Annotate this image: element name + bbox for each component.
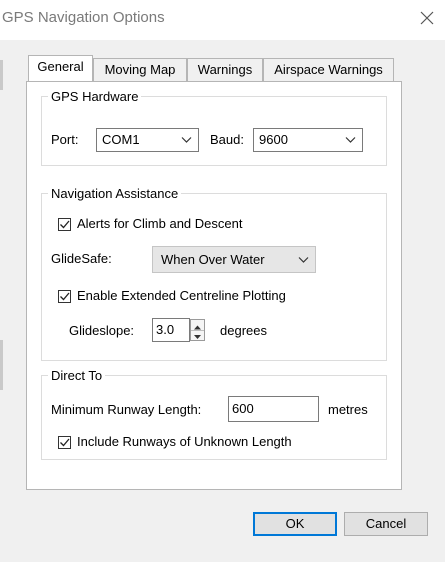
baud-value: 9600 <box>259 132 288 147</box>
direct-to-title: Direct To <box>51 368 103 383</box>
glideslope-label: Glideslope: <box>69 323 135 338</box>
min-runway-input[interactable] <box>228 396 319 422</box>
glideslope-field[interactable] <box>156 322 185 337</box>
background-edge <box>0 60 3 90</box>
glideslope-input[interactable] <box>152 318 190 342</box>
cancel-button[interactable]: Cancel <box>344 512 428 536</box>
chevron-down-icon <box>345 137 356 143</box>
ok-button[interactable]: OK <box>253 512 337 536</box>
tab-warnings[interactable]: Warnings <box>187 58 263 81</box>
checkmark-icon <box>60 438 70 447</box>
alerts-checkbox[interactable] <box>58 218 71 231</box>
tab-panel-general: GPS Hardware Port: COM1 Baud: 9600 Navig… <box>26 81 402 490</box>
checkmark-icon <box>60 292 70 301</box>
checkmark-icon <box>60 220 70 229</box>
include-unknown-checkbox[interactable] <box>58 436 71 449</box>
glideslope-spinner[interactable] <box>190 319 205 341</box>
gps-navigation-options-dialog: GPS Navigation Options General Moving Ma… <box>0 0 445 562</box>
background-edge <box>0 340 3 390</box>
min-runway-field[interactable] <box>232 401 304 416</box>
close-icon[interactable] <box>416 7 438 29</box>
min-runway-label: Minimum Runway Length: <box>51 402 202 417</box>
tab-airspace-warnings[interactable]: Airspace Warnings <box>263 58 394 81</box>
gps-hardware-title: GPS Hardware <box>51 89 139 104</box>
port-label: Port: <box>51 132 79 147</box>
title-bar: GPS Navigation Options <box>0 0 445 40</box>
glideslope-unit: degrees <box>220 323 267 338</box>
centreline-label[interactable]: Enable Extended Centreline Plotting <box>77 288 286 303</box>
chevron-down-icon <box>298 257 309 263</box>
port-value: COM1 <box>102 132 140 147</box>
baud-select[interactable]: 9600 <box>253 128 363 152</box>
port-select[interactable]: COM1 <box>96 128 199 152</box>
centreline-checkbox[interactable] <box>58 290 71 303</box>
spin-down-button[interactable] <box>191 330 204 340</box>
window-title: GPS Navigation Options <box>2 9 165 26</box>
alerts-label[interactable]: Alerts for Climb and Descent <box>77 216 242 231</box>
baud-label: Baud: <box>210 132 244 147</box>
tab-moving-map[interactable]: Moving Map <box>93 58 187 81</box>
glidesafe-select[interactable]: When Over Water <box>152 246 316 273</box>
glidesafe-value: When Over Water <box>161 252 265 267</box>
navigation-assistance-title: Navigation Assistance <box>51 186 179 201</box>
glidesafe-label: GlideSafe: <box>51 251 112 266</box>
include-unknown-label[interactable]: Include Runways of Unknown Length <box>77 434 292 449</box>
min-runway-unit: metres <box>328 402 368 417</box>
tab-general[interactable]: General <box>28 55 93 81</box>
chevron-down-icon <box>181 137 192 143</box>
arrow-down-icon <box>194 335 201 339</box>
